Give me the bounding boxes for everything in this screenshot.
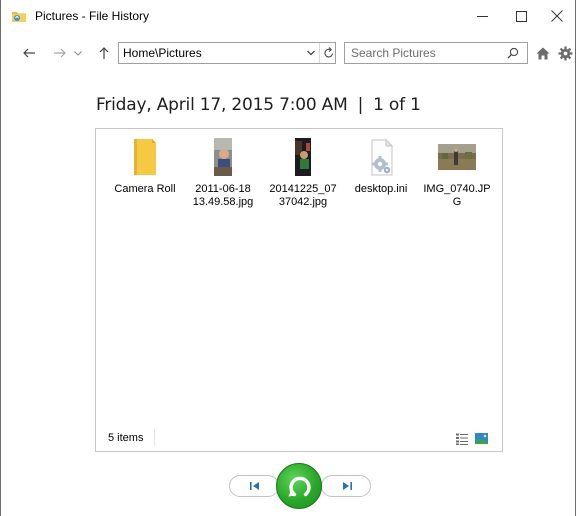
file-item-photo-1[interactable]: 2011-06-18 13.49.58.jpg (188, 137, 258, 209)
maximize-icon (515, 10, 527, 22)
next-icon (343, 482, 352, 490)
playback-controls (1, 460, 576, 510)
up-arrow-icon (99, 46, 109, 59)
refresh-icon[interactable] (323, 46, 335, 60)
item-count: 5 items (108, 432, 144, 444)
search-input[interactable]: Search Pictures (351, 46, 436, 60)
window-title: Pictures - File History (35, 9, 150, 23)
backup-version-header: Friday, April 17, 2015 7:00 AM | 1 of 1 (96, 95, 421, 115)
version-position: 1 of 1 (373, 95, 421, 115)
file-name: desktop.ini (354, 183, 408, 195)
previous-icon (250, 482, 259, 490)
details-view-icon[interactable] (456, 433, 468, 445)
search-box[interactable]: Search Pictures (344, 42, 528, 64)
address-divider (319, 43, 320, 63)
next-version-button[interactable] (321, 475, 371, 497)
close-icon (551, 10, 563, 22)
large-icons-view-icon[interactable] (475, 433, 488, 444)
gear-icon[interactable] (558, 46, 573, 61)
file-history-app-icon (12, 12, 26, 22)
photo-thumbnail (203, 137, 243, 177)
recent-locations-button[interactable] (71, 43, 85, 63)
search-icon[interactable] (507, 47, 519, 59)
address-dropdown-icon[interactable] (306, 48, 316, 58)
forward-arrow-icon (53, 48, 66, 58)
title-bar: Pictures - File History (1, 0, 575, 32)
up-button[interactable] (97, 43, 111, 63)
file-name: 2011-06-18 13.49.58.jpg (192, 183, 254, 208)
forward-button[interactable] (49, 43, 69, 63)
minimize-icon (476, 15, 488, 17)
file-name: IMG_0740.JPG (423, 183, 491, 208)
file-item-desktop-ini[interactable]: desktop.ini (346, 137, 416, 196)
file-item-photo-2[interactable]: 20141225_0737042.jpg (268, 137, 338, 209)
home-icon[interactable] (536, 47, 550, 60)
previous-version-button[interactable] (229, 475, 279, 497)
folder-icon (125, 137, 165, 177)
backup-date: Friday, April 17, 2015 7:00 AM (96, 95, 348, 115)
status-divider (154, 429, 155, 446)
file-list-pane: Camera Roll 2011-06-18 13.49.58.jpg 2014… (95, 128, 503, 452)
back-button[interactable] (19, 43, 39, 63)
restore-icon (288, 476, 311, 497)
header-separator: | (357, 95, 364, 115)
close-button[interactable] (537, 0, 576, 32)
chevron-down-icon (74, 50, 82, 56)
navigation-bar: Home\Pictures Search Pictures (1, 38, 575, 68)
file-item-camera-roll[interactable]: Camera Roll (110, 137, 180, 196)
file-name: 20141225_0737042.jpg (269, 183, 337, 208)
file-name: Camera Roll (114, 183, 176, 195)
settings-file-icon (361, 137, 401, 177)
address-bar[interactable]: Home\Pictures (118, 42, 336, 64)
back-arrow-icon (22, 48, 35, 58)
file-history-window: Pictures - File History Home\Pictures Se… (0, 0, 576, 516)
file-item-photo-3[interactable]: IMG_0740.JPG (422, 137, 492, 209)
photo-thumbnail (437, 137, 477, 177)
address-path: Home\Pictures (123, 46, 202, 60)
restore-button[interactable] (276, 463, 322, 509)
photo-thumbnail (283, 137, 323, 177)
